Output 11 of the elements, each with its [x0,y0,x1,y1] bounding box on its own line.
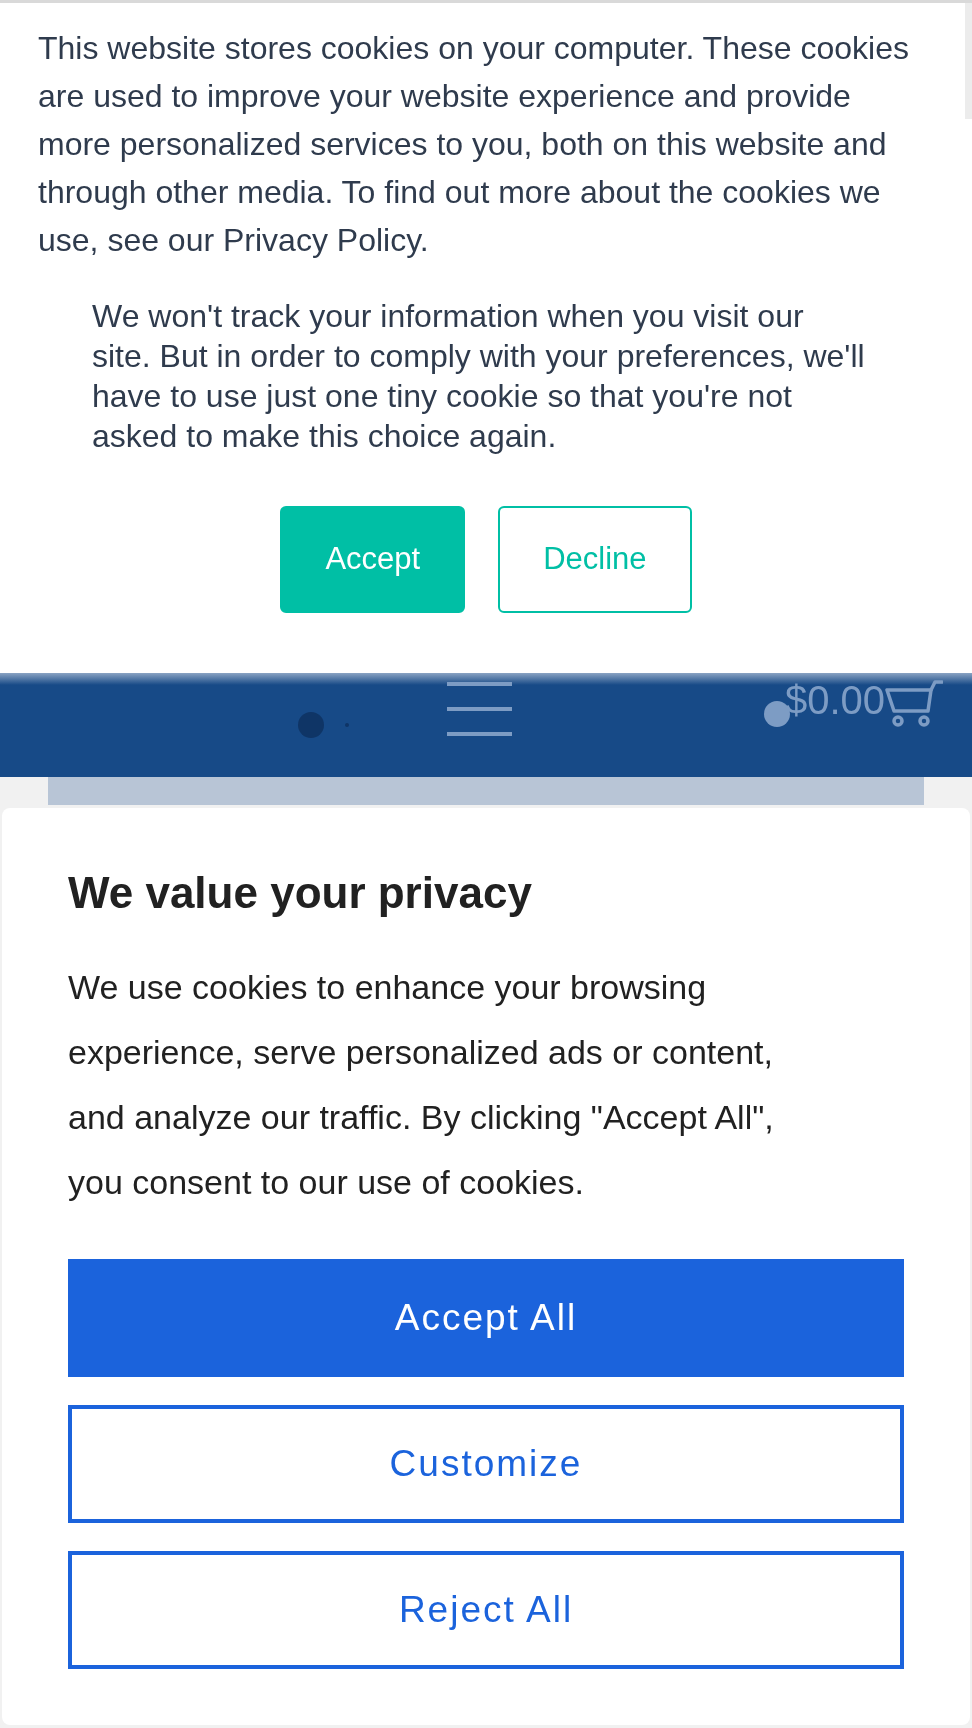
scrollbar-thumb[interactable] [965,3,972,119]
menu-icon[interactable] [447,682,512,736]
reject-all-button[interactable]: Reject All [68,1551,904,1669]
cart-icon[interactable] [885,680,944,727]
accept-all-button[interactable]: Accept All [68,1259,904,1377]
cookie-notice-text: This website stores cookies on your computer. These cookies are used to improve your website experience and provide more personalized services to you, both on this website and through other media. To find out more about the cookies we use, see our Privacy Policy. [38,29,910,260]
cookie-note-text: We won't track your information when you visit our site. But in order to comply with your preferences, we'll have to use just one tiny cookie so that you're not asked to make this choice again. [92,297,866,456]
cart-total: $0.00 [785,678,886,722]
dialog-title: We value your privacy [68,869,533,917]
dialog-body-text: We use cookies to enhance your browsing experience, serve personalized ads or content, and analyze our traffic. By clicking "Accept All", you consent to our use of cookies. [68,967,775,1203]
customize-button[interactable]: Customize [68,1405,904,1523]
